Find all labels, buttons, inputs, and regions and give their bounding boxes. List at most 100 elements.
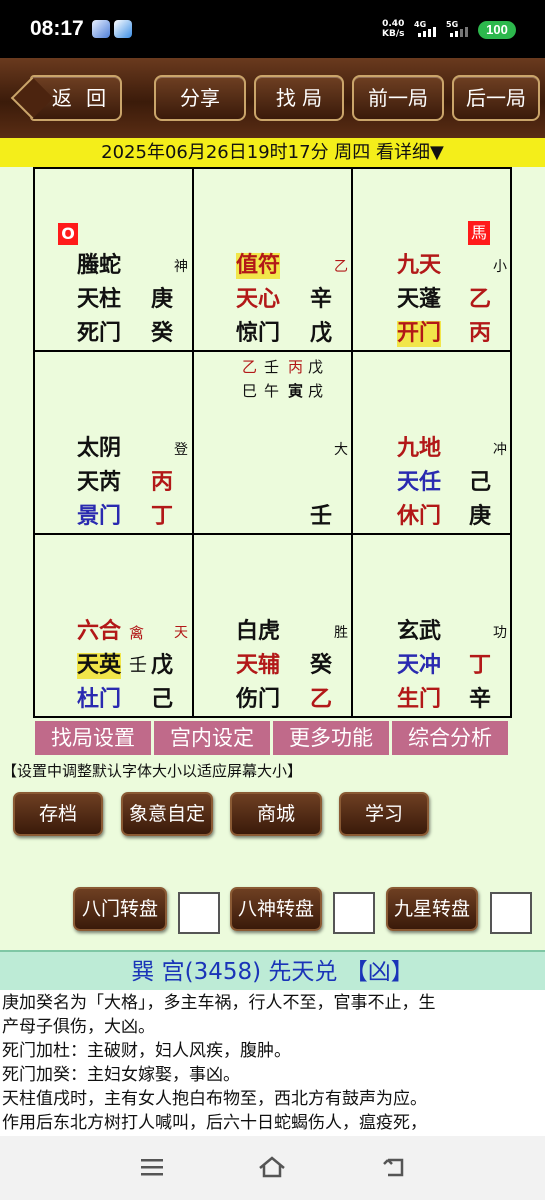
- info-line: 死门加杜：主破财，妇人风疾，腹肿。: [2, 1041, 291, 1061]
- palace-1[interactable]: O 螣蛇 神 天柱 庚 死门 癸: [35, 169, 193, 351]
- date-bar[interactable]: 2025年06月26日19时17分 周四 看详细▼: [0, 138, 545, 167]
- rotate-gods-button[interactable]: 八神转盘: [230, 887, 322, 931]
- back-icon[interactable]: [380, 1154, 410, 1180]
- stem-row1-4: 戊: [308, 358, 324, 376]
- god: 玄武: [397, 619, 442, 644]
- star-stem: 丁: [469, 653, 492, 678]
- rotate-stars-checkbox[interactable]: [490, 892, 532, 934]
- main-panel: O 螣蛇 神 天柱 庚 死门 癸 值符 乙 天心 辛 惊门 戊 馬 九天 小 天…: [0, 167, 545, 950]
- door-stem: 丙: [469, 321, 492, 346]
- rotate-doors-button[interactable]: 八门转盘: [73, 887, 167, 931]
- rotate-doors-checkbox[interactable]: [178, 892, 220, 934]
- signal-4g-icon: [418, 27, 436, 37]
- tab-analysis[interactable]: 综合分析: [392, 721, 508, 755]
- tab-palace-settings[interactable]: 宫内设定: [154, 721, 270, 755]
- tab-more-functions[interactable]: 更多功能: [273, 721, 389, 755]
- clock: 08:17: [30, 17, 84, 40]
- door-stem: 癸: [151, 321, 174, 346]
- system-nav-bar: [0, 1136, 545, 1200]
- star-stem: 庚: [151, 287, 174, 312]
- star-stem: 己: [469, 470, 492, 495]
- stem-row1-2: 壬: [264, 358, 280, 376]
- horse-marker-icon: 馬: [468, 221, 490, 245]
- door-stem: 辛: [469, 687, 492, 712]
- star: 天蓬: [397, 287, 442, 312]
- star: 天任: [397, 470, 442, 495]
- branch-row2-3: 寅: [288, 382, 304, 400]
- palace-3[interactable]: 馬 九天 小 天蓬 乙 开门 丙: [353, 169, 511, 351]
- back-button[interactable]: 返 回: [30, 75, 122, 121]
- star-stem: 丙: [151, 470, 174, 495]
- god-tag: 小: [493, 259, 507, 275]
- branch-row2-1: 巳: [242, 382, 258, 400]
- palace-4[interactable]: 太阴 登 天芮 丙 景门 丁: [35, 352, 193, 534]
- status-bar: 08:17 0.40 KB/s 4G 5G 100: [0, 0, 545, 58]
- battery-icon: 100: [478, 21, 516, 39]
- palace-2[interactable]: 值符 乙 天心 辛 惊门 戊: [194, 169, 352, 351]
- door: 生门: [397, 687, 442, 712]
- god-tag: 乙: [334, 259, 348, 275]
- god: 六合: [77, 619, 122, 644]
- door-stem: 庚: [469, 504, 492, 529]
- star: 天柱: [77, 287, 122, 312]
- god: 九地: [397, 436, 442, 461]
- tab-find-settings[interactable]: 找局设置: [35, 721, 151, 755]
- god-extra: 禽: [129, 624, 145, 642]
- find-button[interactable]: 找 局: [254, 75, 344, 121]
- menu-icon[interactable]: [138, 1154, 168, 1180]
- palace-6[interactable]: 九地 冲 天任 己 休门 庚: [353, 352, 511, 534]
- door-stem: 丁: [151, 504, 174, 529]
- door: 死门: [77, 321, 122, 346]
- learn-button[interactable]: 学习: [339, 792, 429, 836]
- signal-5g-icon: [450, 27, 468, 37]
- door: 伤门: [236, 687, 281, 712]
- star-stem: 乙: [469, 287, 492, 312]
- star: 天心: [236, 287, 281, 312]
- save-button[interactable]: 存档: [13, 792, 103, 836]
- branch-row2-2: 午: [264, 382, 280, 400]
- font-size-hint: 【设置中调整默认字体大小以适应屏幕大小】: [2, 762, 303, 780]
- palace-9[interactable]: 玄武 功 天冲 丁 生门 辛: [353, 535, 511, 717]
- center-tag: 大: [334, 442, 348, 458]
- star-stem: 癸: [310, 653, 333, 678]
- god: 值符: [236, 253, 281, 279]
- star-extra: 壬: [129, 655, 147, 676]
- star-stem: 辛: [310, 287, 333, 312]
- palace-7[interactable]: 六合 禽 天 天英 壬 戊 杜门 己: [35, 535, 193, 717]
- info-line: 作用后东北方树打人喊叫，后六十日蛇蝎伤人，瘟疫死，: [2, 1113, 427, 1133]
- top-toolbar: 返 回 分享 找 局 前一局 后一局: [0, 58, 545, 138]
- door-stem: 戊: [310, 321, 333, 346]
- info-line: 天柱值戌时，主有女人抱白布物至，西北方有鼓声为应。: [2, 1089, 427, 1109]
- star-stem: 戊: [151, 653, 174, 678]
- home-icon[interactable]: [257, 1154, 287, 1180]
- info-line: 产母子俱伤，大凶。: [2, 1017, 155, 1037]
- app-notification-icon: [92, 20, 110, 38]
- door: 休门: [397, 504, 442, 529]
- palace-5-center[interactable]: 乙 壬 丙 戊 巳 午 寅 戌 大 壬: [194, 352, 352, 534]
- god-tag: 冲: [493, 442, 507, 458]
- god-tag: 登: [174, 442, 188, 458]
- next-chart-button[interactable]: 后一局: [452, 75, 540, 121]
- share-button[interactable]: 分享: [154, 75, 246, 121]
- rotate-gods-checkbox[interactable]: [333, 892, 375, 934]
- door-stem: 乙: [310, 687, 333, 712]
- palace-info-title: 巽 宫(3458) 先天兑 【凶】: [0, 950, 545, 990]
- shop-button[interactable]: 商城: [230, 792, 322, 836]
- info-line: 庚加癸名为「大格」，多主车祸，行人不至，官事不止，生: [2, 993, 436, 1013]
- door: 杜门: [77, 687, 122, 712]
- door: 开门: [397, 321, 442, 347]
- branch-row2-4: 戌: [308, 382, 324, 400]
- palace-8[interactable]: 白虎 胜 天辅 癸 伤门 乙: [194, 535, 352, 717]
- prev-chart-button[interactable]: 前一局: [352, 75, 444, 121]
- custom-meaning-button[interactable]: 象意自定: [121, 792, 213, 836]
- stem-row1-3: 丙: [288, 358, 304, 376]
- star: 天冲: [397, 653, 442, 678]
- god-tag: 天: [174, 625, 188, 641]
- stem-row1-1: 乙: [242, 358, 258, 376]
- center-stem: 壬: [310, 504, 333, 529]
- nine-palace-grid: O 螣蛇 神 天柱 庚 死门 癸 值符 乙 天心 辛 惊门 戊 馬 九天 小 天…: [33, 167, 512, 718]
- god-tag: 功: [493, 625, 507, 641]
- door: 景门: [77, 504, 122, 529]
- rotate-stars-button[interactable]: 九星转盘: [386, 887, 478, 931]
- door-stem: 己: [151, 687, 174, 712]
